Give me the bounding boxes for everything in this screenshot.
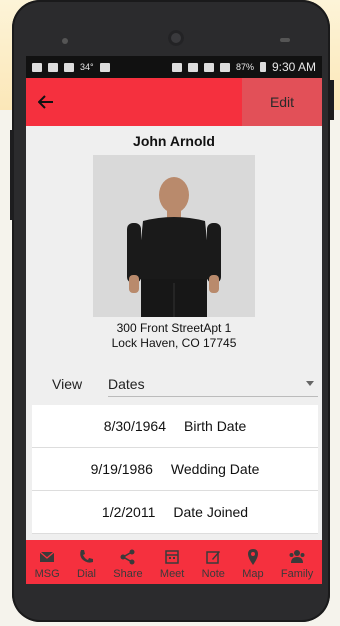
tab-msg[interactable]: MSG xyxy=(35,548,60,580)
camera-notification-icon xyxy=(64,62,74,72)
tab-family[interactable]: Family xyxy=(281,548,313,580)
wifi-icon xyxy=(203,62,214,72)
clock: 9:30 AM xyxy=(271,60,316,74)
camera-lens xyxy=(168,30,184,46)
video-icon xyxy=(48,62,58,72)
date-label: Date Joined xyxy=(173,504,249,520)
tab-dial[interactable]: Dial xyxy=(77,548,96,580)
date-row-joined[interactable]: 1/2/2011 Date Joined xyxy=(32,491,318,534)
signal-icon xyxy=(219,62,230,72)
share-icon xyxy=(120,549,135,565)
view-label: View xyxy=(52,376,83,392)
view-selected-value: Dates xyxy=(108,375,145,392)
note-icon xyxy=(206,551,221,564)
alarm-icon xyxy=(187,62,198,72)
map-pin-icon xyxy=(247,549,258,565)
address-line-1: 300 Front StreetApt 1 xyxy=(116,321,232,335)
tab-label: Family xyxy=(280,568,314,580)
temperature-text: 34° xyxy=(80,62,94,72)
date-value: 9/19/1986 xyxy=(90,461,153,477)
tab-label: Dial xyxy=(77,568,96,580)
family-icon xyxy=(289,550,305,563)
tab-label: Share xyxy=(113,568,143,580)
notification-icon xyxy=(32,62,42,72)
weather-icon xyxy=(99,62,110,72)
tab-map[interactable]: Map xyxy=(242,548,264,580)
date-value: 1/2/2011 xyxy=(101,504,156,520)
date-row-wedding[interactable]: 9/19/1986 Wedding Date xyxy=(32,448,318,491)
contact-photo[interactable] xyxy=(93,155,255,317)
person-photo xyxy=(93,155,255,317)
tab-label: Meet xyxy=(159,568,185,580)
status-bar: 34° 87% 9:30 AM xyxy=(26,56,322,78)
mail-icon xyxy=(39,551,55,562)
view-row: View Dates xyxy=(26,367,322,401)
date-label: Birth Date xyxy=(184,418,247,434)
tab-label: Map xyxy=(242,568,264,580)
view-select[interactable]: Dates xyxy=(108,372,318,397)
app-bar: Edit xyxy=(26,78,322,126)
contact-name: John Arnold xyxy=(133,133,215,149)
dates-list: 8/30/1964 Birth Date 9/19/1986 Wedding D… xyxy=(32,405,318,534)
edit-button[interactable]: Edit xyxy=(242,78,322,126)
bottom-tab-bar: MSG Dial Share Meet Note Map Family xyxy=(26,540,322,584)
tab-note[interactable]: Note xyxy=(202,548,225,580)
screen: 34° 87% 9:30 AM Edit John Arnold 300 Fro… xyxy=(26,56,322,584)
mute-icon xyxy=(171,62,182,72)
tab-meet[interactable]: Meet xyxy=(160,548,184,580)
chevron-down-icon xyxy=(306,380,314,386)
calendar-icon xyxy=(165,550,179,564)
volume-button xyxy=(10,130,14,220)
tab-label: Note xyxy=(201,568,225,580)
speaker-grill xyxy=(280,38,290,42)
power-button xyxy=(330,80,334,120)
tab-label: MSG xyxy=(34,568,60,580)
address-line-2: Lock Haven, CO 17745 xyxy=(111,336,237,350)
battery-icon xyxy=(259,62,266,72)
contact-address[interactable]: 300 Front StreetApt 1 Lock Haven, CO 177… xyxy=(26,321,322,351)
tab-share[interactable]: Share xyxy=(113,548,143,580)
phone-icon xyxy=(80,550,94,563)
date-label: Wedding Date xyxy=(170,461,260,477)
back-button[interactable] xyxy=(26,78,66,126)
date-value: 8/30/1964 xyxy=(103,418,167,434)
date-row-birth[interactable]: 8/30/1964 Birth Date xyxy=(32,405,318,448)
arrow-left-icon xyxy=(38,95,53,109)
proximity-sensor xyxy=(62,38,68,44)
battery-percent: 87% xyxy=(235,62,254,72)
